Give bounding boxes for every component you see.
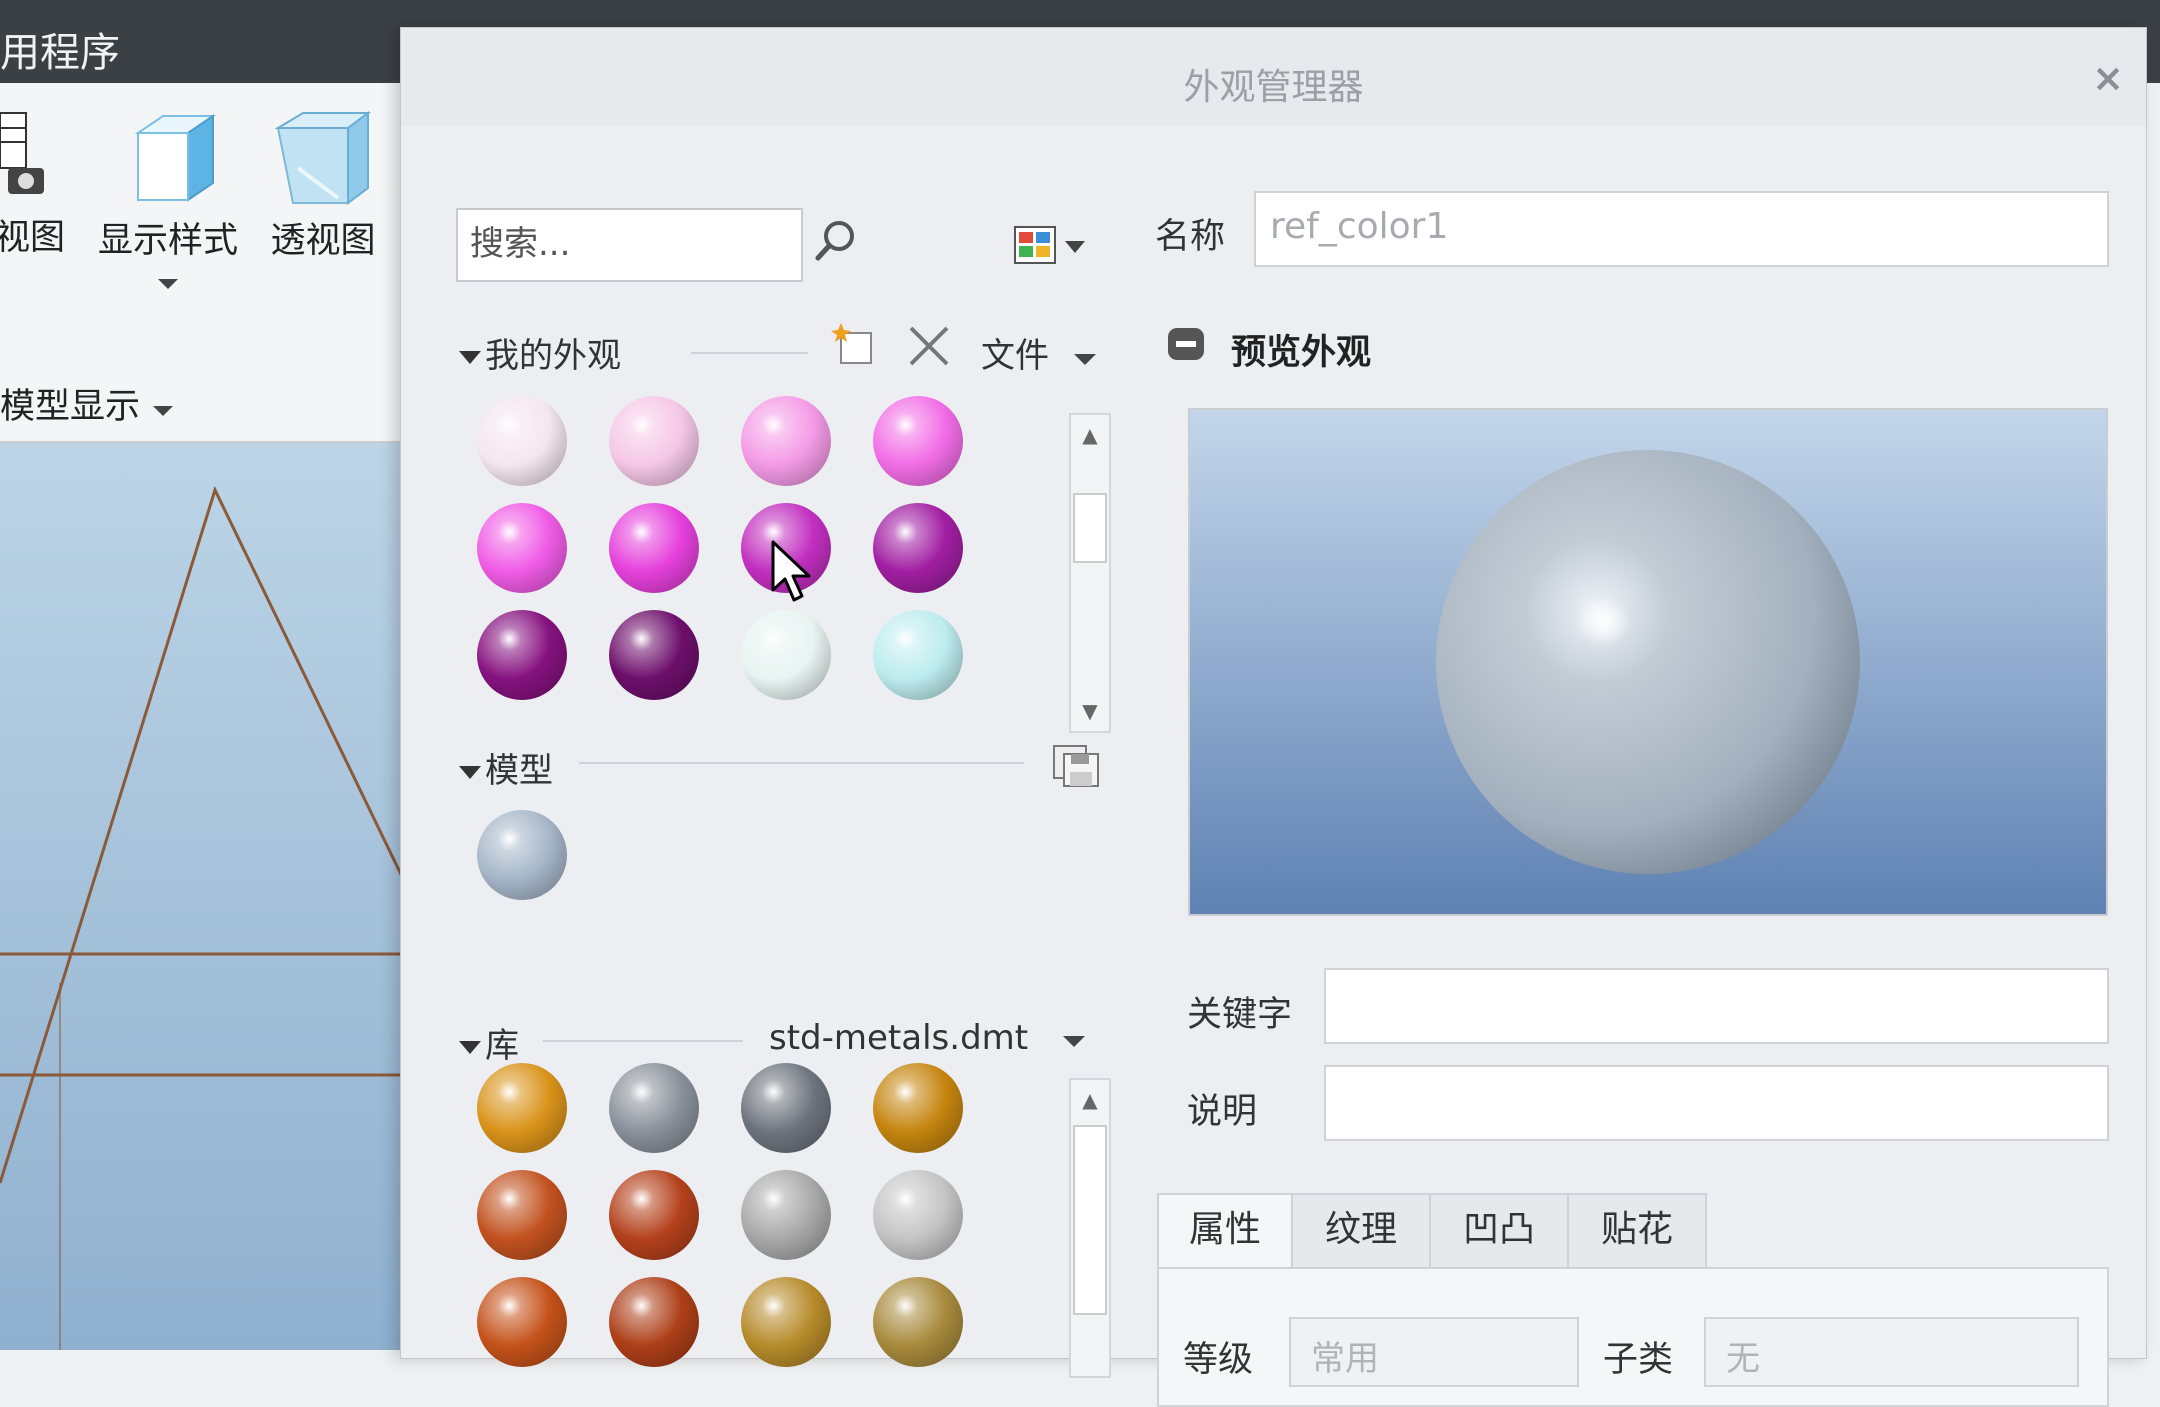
name-field[interactable] bbox=[1254, 191, 2109, 267]
appearance-swatch[interactable] bbox=[873, 610, 963, 700]
keyword-field[interactable] bbox=[1324, 968, 2109, 1044]
perspective-label: 透视图 bbox=[270, 221, 376, 261]
appearance-swatch[interactable] bbox=[477, 396, 567, 486]
model-viewport[interactable] bbox=[0, 443, 410, 1350]
preview-sphere bbox=[1436, 450, 1860, 874]
perspective-button[interactable]: 透视图 bbox=[258, 108, 388, 263]
display-style-button[interactable]: 显示样式 bbox=[88, 108, 248, 295]
my-appearances-scrollbar[interactable]: ▲ ▼ bbox=[1069, 413, 1111, 733]
name-input[interactable] bbox=[1268, 193, 2089, 260]
collapse-triangle-icon bbox=[459, 766, 481, 779]
library-swatch[interactable] bbox=[609, 1063, 699, 1153]
tab-panel: 等级 常用 子类 无 bbox=[1157, 1267, 2109, 1407]
appearance-swatch[interactable] bbox=[741, 396, 831, 486]
subclass-label: 子类 bbox=[1603, 1340, 1674, 1380]
appearance-swatch[interactable] bbox=[873, 503, 963, 593]
my-appearances-header[interactable]: 我的外观 bbox=[459, 328, 621, 377]
search-icon[interactable] bbox=[813, 218, 859, 264]
description-label: 说明 bbox=[1187, 1092, 1258, 1132]
scroll-thumb[interactable] bbox=[1073, 1125, 1107, 1315]
camera-view-icon bbox=[0, 112, 44, 194]
preview-header: 预览外观 bbox=[1231, 333, 1372, 373]
library-swatch[interactable] bbox=[477, 1170, 567, 1260]
library-swatch[interactable] bbox=[873, 1277, 963, 1367]
appearance-swatch[interactable] bbox=[609, 396, 699, 486]
keyword-input[interactable] bbox=[1338, 970, 2092, 1037]
subclass-select[interactable]: 无 bbox=[1704, 1317, 2079, 1387]
scroll-down-icon[interactable]: ▼ bbox=[1071, 691, 1109, 731]
ribbon: 视图 显示样式 透视图 模型显示 bbox=[0, 83, 410, 443]
appearance-swatch[interactable] bbox=[477, 610, 567, 700]
library-swatch[interactable] bbox=[873, 1063, 963, 1153]
delete-icon[interactable] bbox=[907, 324, 951, 368]
search-input[interactable] bbox=[468, 210, 792, 278]
library-swatch[interactable] bbox=[609, 1170, 699, 1260]
dialog-title: 外观管理器 bbox=[1183, 67, 1364, 108]
new-appearance-icon[interactable] bbox=[831, 321, 877, 367]
scroll-up-icon[interactable]: ▲ bbox=[1071, 1080, 1109, 1120]
library-swatch[interactable] bbox=[609, 1277, 699, 1367]
tab-bump[interactable]: 凹凸 bbox=[1429, 1193, 1569, 1269]
scroll-up-icon[interactable]: ▲ bbox=[1071, 415, 1109, 455]
collapse-triangle-icon bbox=[459, 1041, 481, 1054]
appearance-swatch[interactable] bbox=[741, 610, 831, 700]
model-display-group[interactable]: 模型显示 bbox=[0, 378, 175, 429]
name-label: 名称 bbox=[1155, 217, 1226, 257]
dialog-titlebar: 外观管理器 × bbox=[401, 28, 2146, 126]
search-box[interactable] bbox=[456, 208, 803, 282]
cube-icon bbox=[134, 114, 217, 202]
appearance-swatch[interactable] bbox=[609, 503, 699, 593]
tab-properties[interactable]: 属性 bbox=[1157, 1193, 1293, 1269]
appearance-swatch[interactable] bbox=[609, 610, 699, 700]
display-style-label: 显示样式 bbox=[97, 221, 238, 261]
class-select[interactable]: 常用 bbox=[1289, 1317, 1579, 1387]
library-selector[interactable]: std-metals.dmt bbox=[769, 1018, 1087, 1058]
appearance-preview bbox=[1188, 408, 2108, 916]
chevron-down-icon bbox=[153, 406, 174, 416]
library-swatch[interactable] bbox=[477, 1277, 567, 1367]
model-header[interactable]: 模型 bbox=[459, 743, 553, 792]
appearance-manager-dialog: 外观管理器 × 我的外观 文件 ▲ ▼ bbox=[400, 27, 2147, 1407]
model-display-group-label: 模型显示 bbox=[0, 387, 141, 427]
save-icon[interactable] bbox=[1051, 738, 1101, 788]
library-swatch[interactable] bbox=[741, 1063, 831, 1153]
appearance-swatch[interactable] bbox=[873, 396, 963, 486]
tab-decal[interactable]: 贴花 bbox=[1567, 1193, 1707, 1269]
view-button-label: 视图 bbox=[0, 218, 65, 258]
tab-texture[interactable]: 纹理 bbox=[1291, 1193, 1431, 1269]
file-menu[interactable]: 文件 bbox=[981, 328, 1098, 377]
collapse-minus-icon[interactable] bbox=[1166, 324, 1206, 364]
separator bbox=[543, 1040, 743, 1042]
library-swatch[interactable] bbox=[741, 1277, 831, 1367]
separator bbox=[691, 352, 808, 354]
description-input[interactable] bbox=[1338, 1067, 2092, 1134]
chevron-down-icon bbox=[1062, 1036, 1085, 1047]
view-button[interactable]: 视图 bbox=[0, 108, 80, 260]
library-swatch[interactable] bbox=[477, 1063, 567, 1153]
mouse-cursor-icon bbox=[771, 540, 811, 602]
appearance-swatch[interactable] bbox=[477, 503, 567, 593]
chevron-down-icon bbox=[1073, 354, 1096, 365]
library-swatch[interactable] bbox=[741, 1170, 831, 1260]
keyword-label: 关键字 bbox=[1187, 995, 1293, 1035]
close-button[interactable]: × bbox=[2092, 56, 2124, 100]
thumbnail-view-icon bbox=[1014, 226, 1085, 264]
library-header[interactable]: 库 bbox=[459, 1018, 519, 1067]
app-title: 用程序 bbox=[0, 30, 120, 76]
description-field[interactable] bbox=[1324, 1065, 2109, 1141]
view-mode-button[interactable] bbox=[1013, 223, 1093, 271]
separator bbox=[579, 762, 1024, 764]
library-swatch[interactable] bbox=[873, 1170, 963, 1260]
chevron-down-icon bbox=[158, 279, 178, 289]
class-label: 等级 bbox=[1183, 1340, 1254, 1380]
scroll-thumb[interactable] bbox=[1073, 493, 1107, 563]
collapse-triangle-icon bbox=[459, 351, 481, 364]
model-swatch[interactable] bbox=[477, 810, 567, 900]
wireframe-model bbox=[0, 485, 410, 1350]
library-scrollbar[interactable]: ▲ bbox=[1069, 1078, 1111, 1378]
perspective-cube-icon bbox=[274, 111, 371, 205]
